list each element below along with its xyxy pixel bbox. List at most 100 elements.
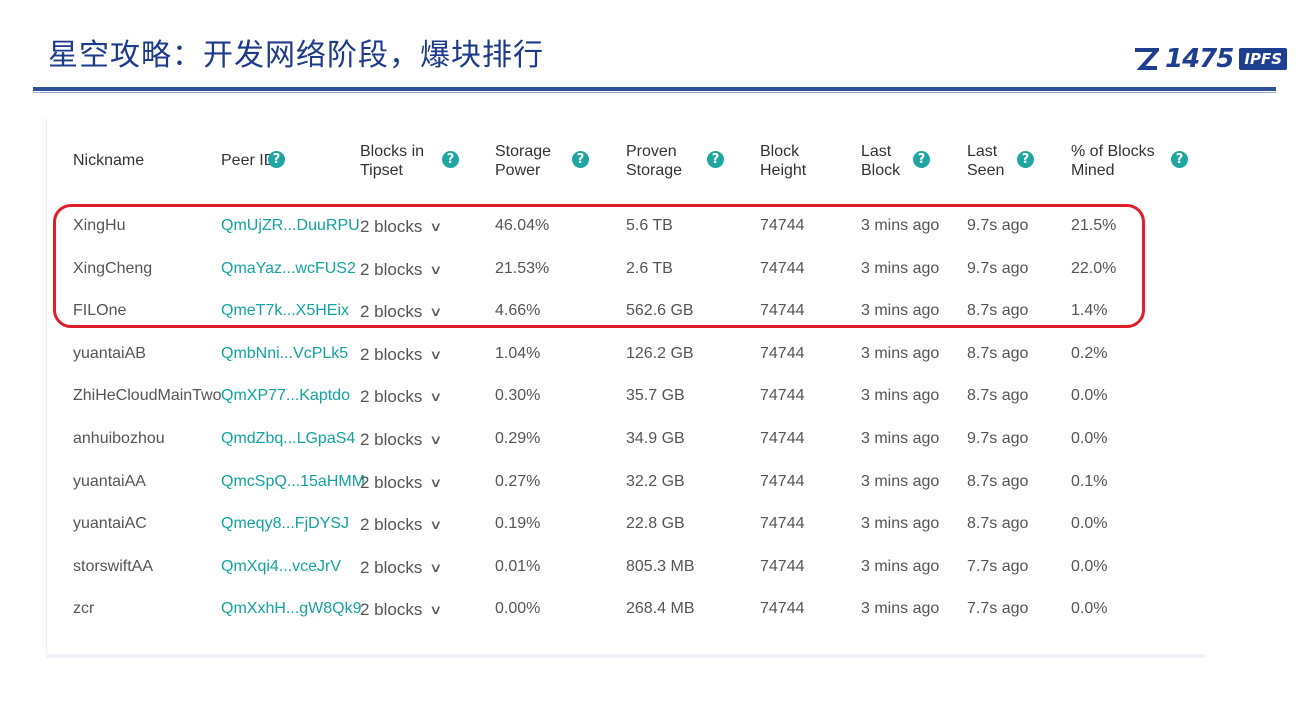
chevron-down-icon: ∨: [429, 304, 443, 320]
blocks-dropdown[interactable]: 2 blocks ∨: [360, 430, 443, 450]
cell-proven-storage: 22.8 GB: [626, 515, 685, 533]
storage-power-help-icon[interactable]: ?: [572, 151, 589, 168]
cell-proven-storage: 2.6 TB: [626, 259, 673, 277]
cell-storage-power: 0.30%: [495, 387, 541, 405]
blocks-dropdown[interactable]: 2 blocks ∨: [360, 473, 443, 493]
header-blocks-in-tipset: Blocks in Tipset: [360, 142, 424, 180]
blocks-dropdown[interactable]: 2 blocks ∨: [360, 217, 443, 237]
peer-id-help-icon[interactable]: ?: [268, 151, 285, 168]
blocks-dropdown[interactable]: 2 blocks ∨: [360, 345, 443, 365]
cell-last-block: 3 mins ago: [861, 302, 940, 320]
cell-blocks: 2 blocks: [360, 600, 423, 620]
header-block-height: Block Height: [760, 142, 806, 180]
header-last-block: Last Block: [861, 142, 900, 180]
cell-nickname: anhuibozhou: [73, 430, 165, 447]
header-storage-power-line1: Storage: [495, 143, 552, 160]
blocks-in-tipset-help-icon[interactable]: ?: [442, 151, 459, 168]
cell-block-height: 74744: [760, 600, 805, 618]
cell-peer-id-link[interactable]: QmbNni...VcPLk5: [221, 345, 348, 363]
cell-blocks: 2 blocks: [360, 387, 423, 407]
blocks-dropdown[interactable]: 2 blocks ∨: [360, 558, 443, 578]
pct-blocks-mined-help-icon[interactable]: ?: [1171, 151, 1188, 168]
cell-peer-id-link[interactable]: QmaYaz...wcFUS2: [221, 260, 356, 278]
header-proven-storage-line1: Proven: [626, 143, 677, 160]
cell-block-height: 74744: [760, 344, 805, 362]
header-last-seen-line1: Last: [967, 143, 998, 160]
blocks-dropdown[interactable]: 2 blocks ∨: [360, 387, 443, 407]
cell-last-seen: 8.7s ago: [967, 515, 1029, 533]
blocks-dropdown[interactable]: 2 blocks ∨: [360, 600, 443, 620]
cell-pct-mined: 21.5%: [1071, 217, 1117, 234]
cell-block-height: 74744: [760, 259, 805, 277]
cell-nickname: FILOne: [73, 302, 127, 320]
cell-last-seen: 9.7s ago: [967, 217, 1029, 234]
header-proven-storage: Proven Storage: [626, 142, 682, 180]
cell-block-height: 74744: [760, 557, 805, 575]
cell-blocks: 2 blocks: [360, 430, 423, 449]
miner-ranking-table: Nickname Peer ID ? Blocks in Tipset ? St…: [46, 118, 1205, 658]
cell-peer-id-link[interactable]: QmXP77...Kaptdo: [221, 387, 350, 405]
logo-badge: IPFS: [1239, 48, 1287, 70]
cell-peer-id-link[interactable]: QmUjZR...DuuRPU: [221, 217, 360, 235]
cell-last-block: 3 mins ago: [861, 600, 940, 618]
chevron-down-icon: ∨: [429, 559, 443, 575]
cell-last-seen: 9.7s ago: [967, 259, 1029, 277]
cell-last-seen: 8.7s ago: [967, 302, 1029, 320]
cell-nickname: XingCheng: [73, 259, 153, 277]
cell-nickname: yuantaiAA: [73, 472, 146, 490]
cell-pct-mined: 0.0%: [1071, 557, 1108, 575]
cell-last-block: 3 mins ago: [861, 344, 940, 362]
chevron-down-icon: ∨: [429, 474, 443, 490]
cell-storage-power: 0.19%: [495, 515, 541, 533]
chevron-down-icon: ∨: [429, 261, 443, 277]
table-row: ZhiHeCloudMainTwo QmXP77...Kaptdo 2 bloc…: [47, 377, 1205, 419]
last-block-help-icon[interactable]: ?: [913, 151, 930, 168]
cell-storage-power: 4.66%: [495, 302, 541, 320]
cell-nickname: storswiftAA: [73, 557, 154, 575]
cell-last-seen: 8.7s ago: [967, 387, 1029, 405]
header-last-block-line2: Block: [861, 162, 901, 179]
cell-block-height: 74744: [760, 430, 805, 447]
logo-z-icon: [1135, 48, 1159, 70]
cell-peer-id-link[interactable]: QmXqi4...vceJrV: [221, 558, 341, 576]
cell-nickname: yuantaiAC: [73, 515, 147, 533]
cell-proven-storage: 5.6 TB: [626, 217, 673, 234]
cell-peer-id-link[interactable]: QmXxhH...gW8Qk9: [221, 600, 361, 618]
header-blocks-in-tipset-line1: Blocks in: [360, 143, 425, 160]
cell-block-height: 74744: [760, 302, 805, 320]
brand-logo: 1475 IPFS: [1133, 44, 1287, 74]
header-block-height-line1: Block: [760, 143, 800, 160]
cell-last-block: 3 mins ago: [861, 557, 940, 575]
table-row: yuantaiAA QmcSpQ...15aHMM 2 blocks ∨ 0.27…: [47, 463, 1205, 505]
chevron-down-icon: ∨: [429, 517, 443, 533]
cell-pct-mined: 0.2%: [1071, 344, 1108, 362]
cell-peer-id-link[interactable]: Qmeqy8...FjDYSJ: [221, 515, 349, 533]
cell-pct-mined: 0.0%: [1071, 387, 1108, 405]
blocks-dropdown[interactable]: 2 blocks ∨: [360, 302, 443, 322]
header-proven-storage-line2: Storage: [626, 162, 683, 179]
cell-storage-power: 0.29%: [495, 430, 541, 447]
cell-storage-power: 0.00%: [495, 600, 541, 618]
cell-peer-id-link[interactable]: QmeT7k...X5HEix: [221, 302, 349, 320]
cell-nickname: ZhiHeCloudMainTwo: [73, 387, 222, 405]
blocks-dropdown[interactable]: 2 blocks ∨: [360, 515, 443, 535]
cell-proven-storage: 268.4 MB: [626, 600, 695, 618]
chevron-down-icon: ∨: [429, 389, 443, 405]
header-storage-power: Storage Power: [495, 142, 551, 180]
last-seen-help-icon[interactable]: ?: [1017, 151, 1034, 168]
header-block-height-line2: Height: [760, 162, 807, 179]
cell-pct-mined: 22.0%: [1071, 259, 1117, 277]
proven-storage-help-icon[interactable]: ?: [707, 151, 724, 168]
cell-pct-mined: 1.4%: [1071, 302, 1108, 320]
cell-proven-storage: 32.2 GB: [626, 472, 685, 490]
chevron-down-icon: ∨: [429, 219, 443, 234]
cell-peer-id-link[interactable]: QmdZbq...LGpaS4: [221, 430, 355, 448]
cell-block-height: 74744: [760, 387, 805, 405]
table-row: zcr QmXxhH...gW8Qk9 2 blocks ∨ 0.00% 268.…: [47, 590, 1205, 632]
cell-blocks: 2 blocks: [360, 515, 423, 535]
header-storage-power-line2: Power: [495, 162, 541, 179]
table-row: yuantaiAB QmbNni...VcPLk5 2 blocks ∨ 1.04…: [47, 335, 1205, 377]
blocks-dropdown[interactable]: 2 blocks ∨: [360, 260, 443, 280]
cell-peer-id-link[interactable]: QmcSpQ...15aHMM: [221, 473, 365, 491]
cell-proven-storage: 562.6 GB: [626, 302, 694, 320]
